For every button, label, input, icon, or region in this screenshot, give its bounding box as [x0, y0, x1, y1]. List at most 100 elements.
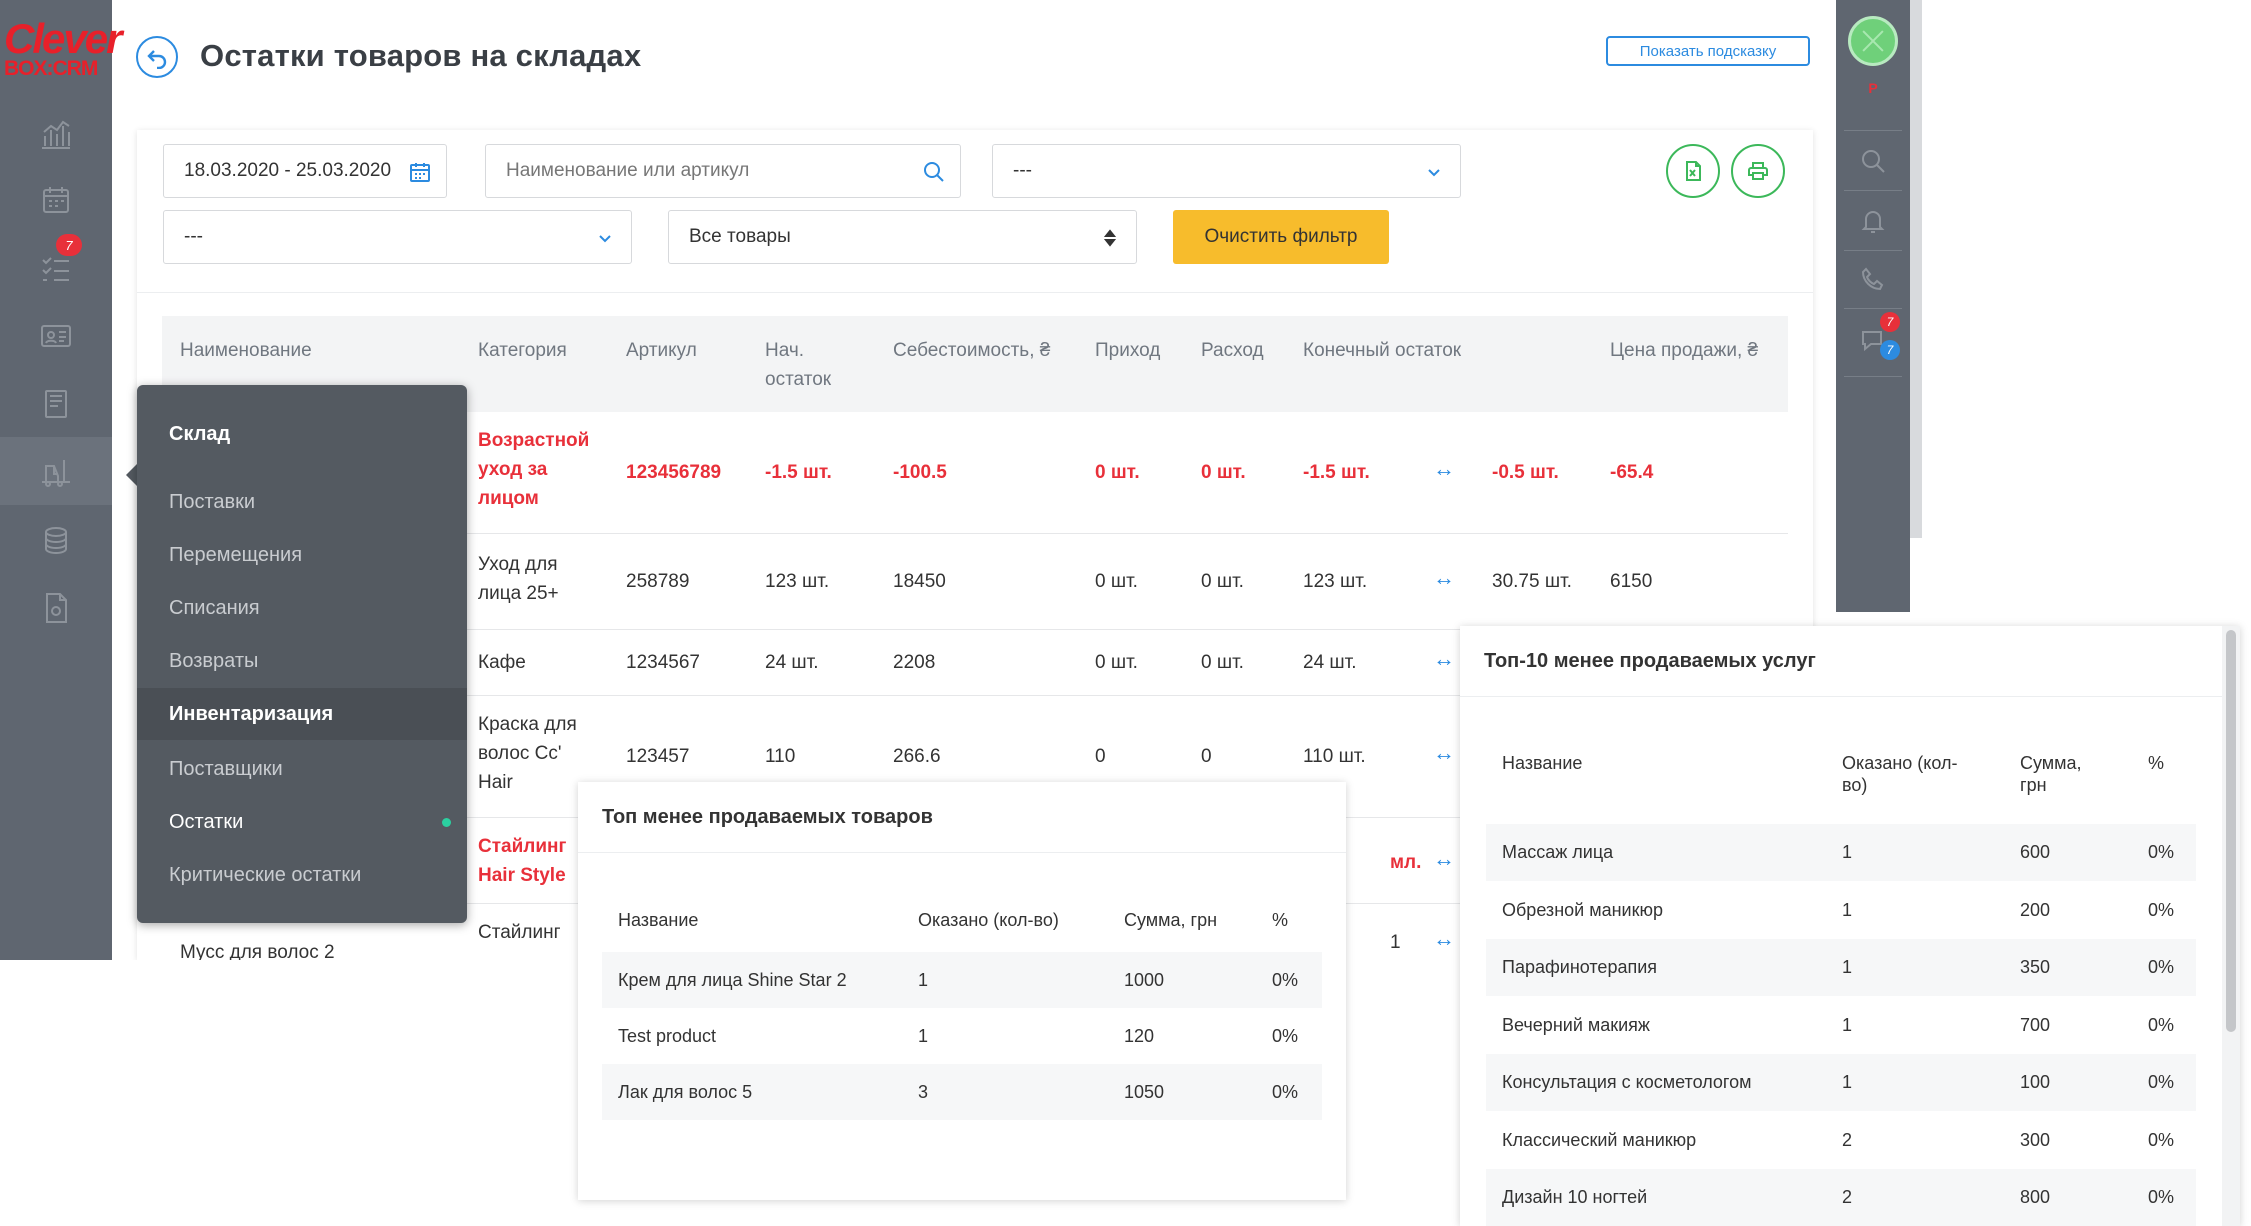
item-sum: 200 [2020, 899, 2051, 920]
item-percent: 0% [2148, 1129, 2175, 1150]
row-start-stock: 24 шт. [765, 652, 819, 673]
document-icon[interactable] [36, 588, 76, 628]
excel-icon [1686, 161, 1701, 181]
item-percent: 0% [2148, 957, 2175, 977]
bell-icon[interactable] [1858, 206, 1890, 238]
row-income: 0 шт. [1095, 571, 1138, 592]
export-excel-button[interactable] [1666, 144, 1720, 198]
page-scrollbar[interactable] [1910, 0, 1922, 538]
menu-item-suppliers[interactable]: Поставщики [137, 743, 467, 795]
col-start-stock-line2: остаток [765, 369, 832, 390]
chart-icon[interactable] [36, 114, 76, 154]
row-income: 0 [1095, 746, 1106, 767]
col-sale-price[interactable]: Цена продажи, ₴ [1610, 336, 1758, 365]
print-button[interactable] [1731, 144, 1785, 198]
calendar-icon[interactable] [408, 160, 432, 184]
chevron-down-icon [1422, 160, 1446, 184]
filter-select-1[interactable]: --- [992, 144, 1461, 198]
item-sum: 1050 [1124, 1082, 1165, 1102]
menu-item-inventory[interactable]: Инвентаризация [137, 688, 467, 740]
convert-arrows-icon[interactable]: ↔ [1433, 565, 1455, 591]
col-start-stock[interactable]: Нач. остаток [765, 336, 831, 394]
user-avatar[interactable] [1848, 16, 1898, 66]
menu-item-transfers[interactable]: Перемещения [137, 529, 467, 581]
calendar-icon[interactable] [36, 180, 76, 220]
goods-type-select[interactable]: Все товары [668, 210, 1137, 264]
convert-arrows-icon[interactable]: ↔ [1433, 740, 1455, 766]
menu-item-stock[interactable]: Остатки [137, 796, 467, 848]
convert-arrows-icon[interactable]: ↔ [1433, 846, 1455, 872]
back-button[interactable] [136, 36, 178, 78]
warehouse-menu: Склад Поставки Перемещения Списания Возв… [137, 385, 467, 923]
list-item[interactable]: Обрезной маникюр 1 200 0% [1486, 881, 2196, 939]
row-article: 258789 [626, 571, 690, 592]
menu-item-critical-stock[interactable]: Критические остатки [137, 849, 467, 901]
menu-item-supplies[interactable]: Поставки [137, 476, 467, 528]
id-card-icon[interactable] [36, 316, 76, 356]
filter-select-1-value: --- [1013, 160, 1032, 181]
sort-arrows-icon [1098, 226, 1122, 250]
phone-icon[interactable] [1858, 264, 1890, 296]
divider [1460, 696, 2222, 697]
col-name[interactable]: Наименование [180, 336, 312, 365]
list-item[interactable]: Дизайн 10 ногтей 2 800 0% [1486, 1169, 2196, 1226]
item-percent: 0% [1272, 1026, 1299, 1046]
logo-subtext: BOX:CRM [4, 57, 98, 80]
row-start-stock: 110 [765, 746, 796, 767]
convert-arrows-icon[interactable]: ↔ [1433, 926, 1455, 952]
col-article[interactable]: Артикул [626, 336, 697, 365]
list-item[interactable]: Консультация с косметологом 1 100 0% [1486, 1054, 2196, 1111]
clear-filter-button[interactable]: Очистить фильтр [1173, 210, 1389, 264]
panel-scrollbar[interactable] [2226, 630, 2236, 1032]
item-name: Дизайн 10 ногтей [1502, 1187, 1648, 1207]
row-income: 0 шт. [1095, 652, 1138, 673]
list-item[interactable]: Test product 1 120 0% [602, 1008, 1322, 1064]
search-icon[interactable] [1858, 146, 1890, 178]
logo-text: Clever [4, 15, 122, 62]
least-sold-goods-panel: Топ менее продаваемых товаров Название О… [578, 782, 1346, 1200]
col-count: Оказано (кол-во) [918, 910, 1059, 930]
date-range-input[interactable]: 18.03.2020 - 25.03.2020 [163, 144, 447, 198]
chat-badge-red: 7 [1880, 312, 1900, 332]
filter-select-2[interactable]: --- [163, 210, 632, 264]
search-icon[interactable] [922, 160, 946, 184]
item-sum: 1000 [1124, 970, 1165, 990]
list-item[interactable]: Вечерний макияж 1 700 0% [1486, 996, 2196, 1054]
menu-item-writeoffs[interactable]: Списания [137, 582, 467, 634]
col-sum-line1: Сумма, [2020, 753, 2082, 773]
item-percent: 0% [1272, 970, 1299, 990]
item-name: Массаж лица [1502, 842, 1614, 862]
chevron-down-icon [593, 226, 617, 250]
col-category[interactable]: Категория [478, 336, 567, 365]
book-icon[interactable] [36, 384, 76, 424]
list-item[interactable]: Лак для волос 5 3 1050 0% [602, 1064, 1322, 1120]
page-title: Остатки товаров на складах [200, 38, 642, 73]
convert-arrows-icon[interactable]: ↔ [1433, 646, 1455, 672]
item-count: 3 [918, 1082, 929, 1102]
divider [1844, 190, 1902, 191]
menu-item-returns[interactable]: Возвраты [137, 635, 467, 687]
row-end-stock: 24 шт. [1303, 652, 1357, 673]
forklift-icon[interactable] [36, 452, 76, 492]
list-item[interactable]: Классический маникюр 2 300 0% [1486, 1111, 2196, 1169]
date-range-value: 18.03.2020 - 25.03.2020 [184, 160, 392, 181]
list-item[interactable]: Парафинотерапия 1 350 0% [1486, 939, 2196, 996]
item-percent: 0% [1272, 1082, 1299, 1102]
convert-arrows-icon[interactable]: ↔ [1433, 456, 1455, 482]
item-name: Test product [618, 1026, 717, 1046]
col-end-stock[interactable]: Конечный остаток [1303, 336, 1461, 365]
show-hint-button[interactable]: Показать подсказку [1606, 36, 1810, 66]
list-item[interactable]: Крем для лица Shine Star 2 1 1000 0% [602, 952, 1322, 1008]
item-count: 1 [1842, 957, 1853, 977]
logo[interactable]: Clever BOX:CRM [4, 15, 122, 80]
item-count: 1 [1842, 1072, 1853, 1092]
list-item[interactable]: Массаж лица 1 600 0% [1486, 824, 2196, 881]
search-input[interactable]: Наименование или артикул [485, 144, 961, 198]
col-income[interactable]: Приход [1095, 336, 1160, 365]
coins-icon[interactable] [36, 520, 76, 560]
row-category: Стайлинг [478, 922, 561, 943]
col-expense[interactable]: Расход [1201, 336, 1264, 365]
col-cost[interactable]: Себестоимость, ₴ [893, 336, 1050, 365]
col-count-line1: Оказано (кол- [1842, 753, 1958, 773]
item-sum: 350 [2020, 957, 2051, 977]
